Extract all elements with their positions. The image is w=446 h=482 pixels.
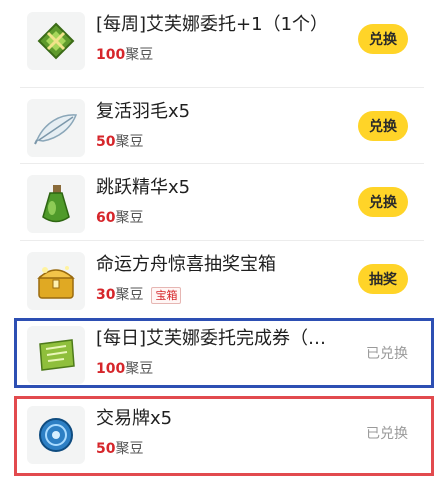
exchange-button[interactable]: 兑换 bbox=[358, 24, 408, 54]
item-name: 复活羽毛x5 bbox=[96, 101, 191, 122]
item-price: 30 聚豆 宝箱 bbox=[96, 285, 182, 305]
item-name: 命运方舟惊喜抽奖宝箱 bbox=[96, 254, 276, 275]
feather-icon bbox=[27, 99, 85, 157]
list-item: [每周]艾芙娜委托+1（1个） 100 聚豆 兑换 bbox=[20, 2, 424, 78]
list-item: 复活羽毛x5 50 聚豆 兑换 bbox=[20, 89, 424, 165]
list-item: 跳跃精华x5 60 聚豆 兑换 bbox=[20, 165, 424, 241]
chest-tag: 宝箱 bbox=[151, 286, 182, 304]
item-name: 跳跃精华x5 bbox=[96, 177, 191, 198]
highlight-box-blue bbox=[14, 318, 434, 388]
item-name: [每周]艾芙娜委托+1（1个） bbox=[96, 14, 329, 35]
highlight-box-red bbox=[14, 396, 434, 476]
exchange-button[interactable]: 兑换 bbox=[358, 111, 408, 141]
item-price: 100 聚豆 bbox=[96, 47, 154, 63]
item-price: 60 聚豆 bbox=[96, 210, 144, 226]
list-item: 命运方舟惊喜抽奖宝箱 30 聚豆 宝箱 抽奖 bbox=[20, 242, 424, 318]
item-price: 50 聚豆 bbox=[96, 134, 144, 150]
treasure-chest-icon bbox=[27, 252, 85, 310]
exchange-button[interactable]: 兑换 bbox=[358, 187, 408, 217]
lottery-button[interactable]: 抽奖 bbox=[358, 264, 408, 294]
potion-icon bbox=[27, 175, 85, 233]
green-scroll-icon bbox=[27, 12, 85, 70]
